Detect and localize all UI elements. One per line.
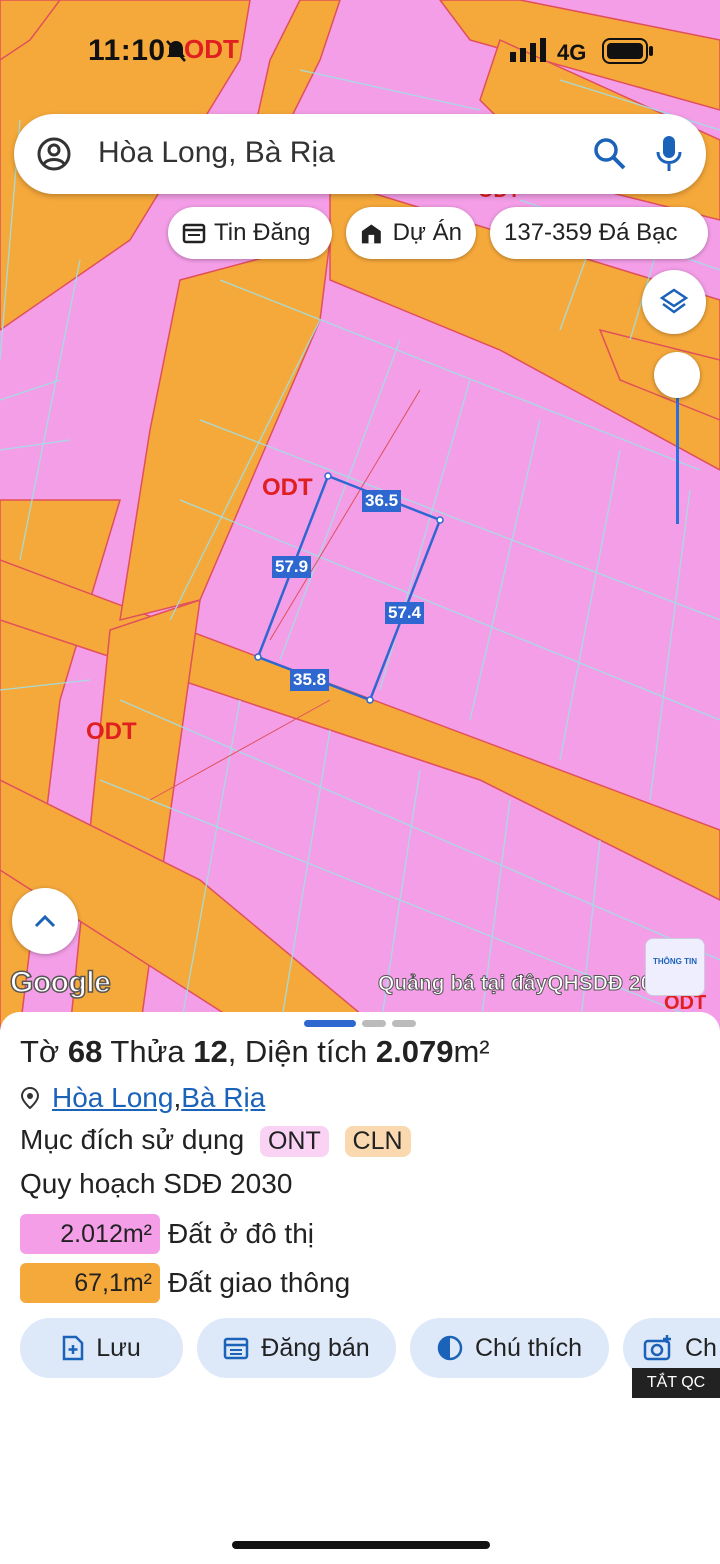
search-input[interactable]: Hòa Long, Bà Rịa — [98, 136, 335, 170]
search-bar[interactable]: Hòa Long, Bà Rịa — [14, 114, 706, 194]
chip-label: Tin Đăng — [214, 219, 311, 246]
title-area-label: , Diện tích — [227, 1034, 376, 1069]
account-icon[interactable] — [36, 136, 72, 172]
plan-item-label: Đất giao thông — [168, 1267, 351, 1298]
parcel-edge-length: 35.8 — [290, 669, 330, 691]
chip-projects[interactable]: Dự Án — [346, 207, 476, 259]
opacity-slider-track[interactable] — [676, 376, 679, 524]
plan-item-label: Đất ở đô thị — [168, 1218, 314, 1249]
legend-label: Chú thích — [474, 1333, 582, 1362]
microphone-icon[interactable] — [654, 134, 684, 174]
chip-label: Dự Án — [392, 219, 462, 246]
chip-label: 137-359 Đá Bạc — [504, 219, 678, 246]
listing-icon — [182, 223, 206, 244]
parcel-edge-length: 36.5 — [362, 490, 402, 512]
hide-ads-button[interactable]: TẮT QC — [632, 1368, 720, 1398]
search-icon[interactable] — [592, 136, 628, 172]
battery-icon — [602, 38, 653, 64]
layers-button[interactable] — [642, 270, 706, 334]
save-button[interactable]: Lưu — [20, 1318, 183, 1378]
plot-number: 12 — [193, 1034, 228, 1069]
parcel-title: Tờ 68 Thửa 12, Diện tích 2.079m² — [20, 1034, 490, 1070]
purpose-row: Mục đích sử dụng ONT CLN — [20, 1124, 411, 1157]
home-indicator[interactable] — [232, 1541, 490, 1549]
status-time: 11:10 — [88, 34, 166, 67]
location-pin-icon — [20, 1087, 40, 1109]
plan-area: 2.012m² — [20, 1214, 160, 1254]
sheet-number: 68 — [67, 1034, 103, 1069]
info-logo[interactable]: THÔNG TIN — [645, 938, 705, 996]
parcel-edge-length: 57.4 — [385, 602, 425, 624]
plan-label: Quy hoạch SDĐ 2030 — [20, 1168, 293, 1199]
zone-label: ODT — [262, 474, 313, 501]
save-label: Lưu — [96, 1333, 141, 1362]
location-separator: , — [173, 1082, 182, 1113]
parcel-edge-length: 57.9 — [272, 556, 312, 578]
sheet-page-indicator[interactable] — [362, 1020, 386, 1027]
map-view[interactable]: ODT ODT ODT ODT ODT 36.5 57.9 57.4 35.8 … — [0, 0, 720, 1030]
post-for-sale-button[interactable]: Đăng bán — [197, 1318, 396, 1378]
sheet-page-indicator[interactable] — [392, 1020, 416, 1027]
title-prefix: Tờ — [20, 1034, 68, 1069]
sheet-page-indicator-active[interactable] — [304, 1020, 356, 1027]
purpose-tag-ont: ONT — [259, 1126, 329, 1157]
status-bar: 11:10 4G — [0, 0, 720, 105]
chip-listings[interactable]: Tin Đăng — [168, 207, 332, 259]
parcel-info-sheet[interactable]: Tờ 68 Thửa 12, Diện tích 2.079m² Hòa Lon… — [0, 1012, 720, 1564]
parcel-location: Hòa Long, Bà Rịa — [20, 1082, 265, 1114]
chip-address[interactable]: 137-359 Đá Bạc — [490, 207, 708, 259]
plan-item-residential: 2.012m² Đất ở đô thị — [20, 1214, 314, 1254]
photo-label: Ch — [685, 1333, 717, 1362]
google-logo: Google — [9, 965, 111, 1000]
camera-add-icon — [643, 1335, 671, 1361]
signal-icon — [510, 38, 546, 62]
commune-link[interactable]: Hòa Long — [52, 1082, 173, 1114]
parcel-area: 2.079 — [375, 1034, 454, 1069]
promo-text[interactable]: Quảng bá tại đâyQHSDĐ 2030 — [377, 972, 676, 996]
zone-label: ODT — [86, 718, 137, 745]
plan-area: 67,1m² — [20, 1263, 160, 1303]
info-logo-text: THÔNG TIN — [653, 957, 697, 966]
plan-item-transport: 67,1m² Đất giao thông — [20, 1263, 350, 1303]
expand-up-button[interactable] — [12, 888, 78, 954]
post-for-sale-label: Đăng bán — [261, 1333, 370, 1362]
title-mid: Thửa — [102, 1034, 194, 1069]
promo-label: Quảng bá tại đây — [377, 972, 548, 996]
opacity-slider-knob[interactable] — [654, 352, 700, 398]
legend-contrast-icon — [437, 1335, 463, 1361]
legend-button[interactable]: Chú thích — [410, 1318, 609, 1378]
layers-icon — [659, 288, 689, 314]
bell-muted-icon — [166, 40, 186, 62]
save-add-icon — [62, 1335, 84, 1361]
purpose-label: Mục đích sử dụng — [20, 1124, 245, 1155]
buildings-icon — [361, 224, 381, 244]
city-link[interactable]: Bà Rịa — [181, 1082, 265, 1114]
calendar-icon — [224, 1337, 249, 1360]
chevron-up-icon — [34, 914, 56, 928]
network-type: 4G — [557, 40, 587, 65]
area-unit: m² — [453, 1034, 490, 1069]
purpose-tag-cln: CLN — [344, 1126, 411, 1157]
